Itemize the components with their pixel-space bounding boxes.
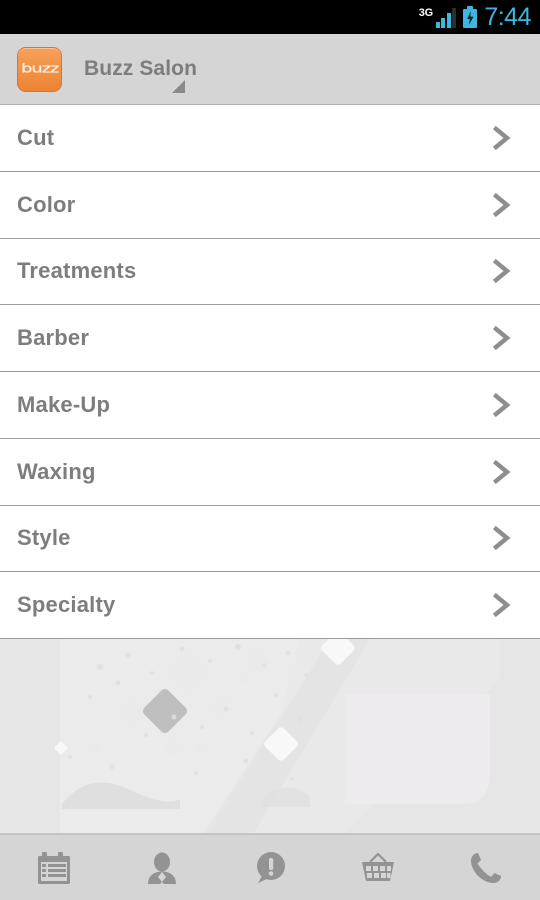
content-area (0, 639, 540, 834)
list-item[interactable]: Waxing (0, 438, 540, 506)
chevron-right-icon (490, 324, 514, 352)
action-bar[interactable]: buzz Buzz Salon (0, 34, 540, 108)
buzz-app-logo-icon: buzz (17, 46, 62, 92)
person-icon (143, 849, 181, 887)
list-item-label: Style (17, 525, 71, 551)
chevron-right-icon (490, 524, 514, 552)
network-type-label: 3G (418, 7, 433, 19)
list-item-label: Treatments (17, 258, 137, 284)
app-screen: 3G 7:44 buzz Buzz Salon Cut Color Treatm… (0, 0, 540, 900)
phone-icon (467, 849, 505, 887)
list-item[interactable]: Cut (0, 105, 540, 172)
list-item-label: Make-Up (17, 391, 111, 417)
list-item-label: Waxing (17, 458, 96, 484)
list-item[interactable]: Specialty (0, 572, 540, 639)
tab-call[interactable] (432, 835, 540, 900)
background-watermark-graphic (0, 639, 540, 833)
chevron-right-icon (490, 458, 514, 486)
chevron-right-icon (490, 257, 514, 285)
list-item[interactable]: Style (0, 505, 540, 573)
list-item[interactable]: Treatments (0, 238, 540, 306)
chevron-right-icon (490, 591, 514, 619)
bottom-tab-bar[interactable] (0, 834, 540, 900)
tab-profile[interactable] (108, 835, 216, 900)
app-logo-text: buzz (20, 61, 59, 76)
tab-shop[interactable] (324, 835, 432, 900)
spinner-triangle-icon[interactable] (172, 80, 185, 93)
page-title: Buzz Salon (84, 57, 198, 80)
list-item[interactable]: Color (0, 171, 540, 239)
list-item[interactable]: Barber (0, 305, 540, 372)
chevron-right-icon (490, 124, 514, 152)
list-item-label: Specialty (17, 592, 116, 618)
battery-charging-icon (463, 6, 478, 28)
signal-strength-bars (435, 7, 457, 28)
calendar-list-icon (35, 849, 73, 887)
list-item[interactable]: Make-Up (0, 372, 540, 439)
list-item-label: Barber (17, 325, 90, 351)
tab-appointments[interactable] (0, 835, 108, 900)
list-item-label: Color (17, 191, 76, 217)
chevron-right-icon (490, 391, 514, 419)
signal-bars-icon: 3G (419, 6, 457, 28)
speech-bubble-alert-icon (251, 849, 289, 887)
tab-alerts[interactable] (216, 835, 324, 900)
status-bar-clock: 7:44 (484, 2, 531, 31)
service-category-list[interactable]: Cut Color Treatments Barber Make-Up Waxi… (0, 105, 540, 639)
chevron-right-icon (490, 191, 514, 219)
list-item-label: Cut (17, 124, 55, 150)
shopping-basket-icon (359, 849, 397, 887)
status-bar: 3G 7:44 (0, 0, 540, 34)
